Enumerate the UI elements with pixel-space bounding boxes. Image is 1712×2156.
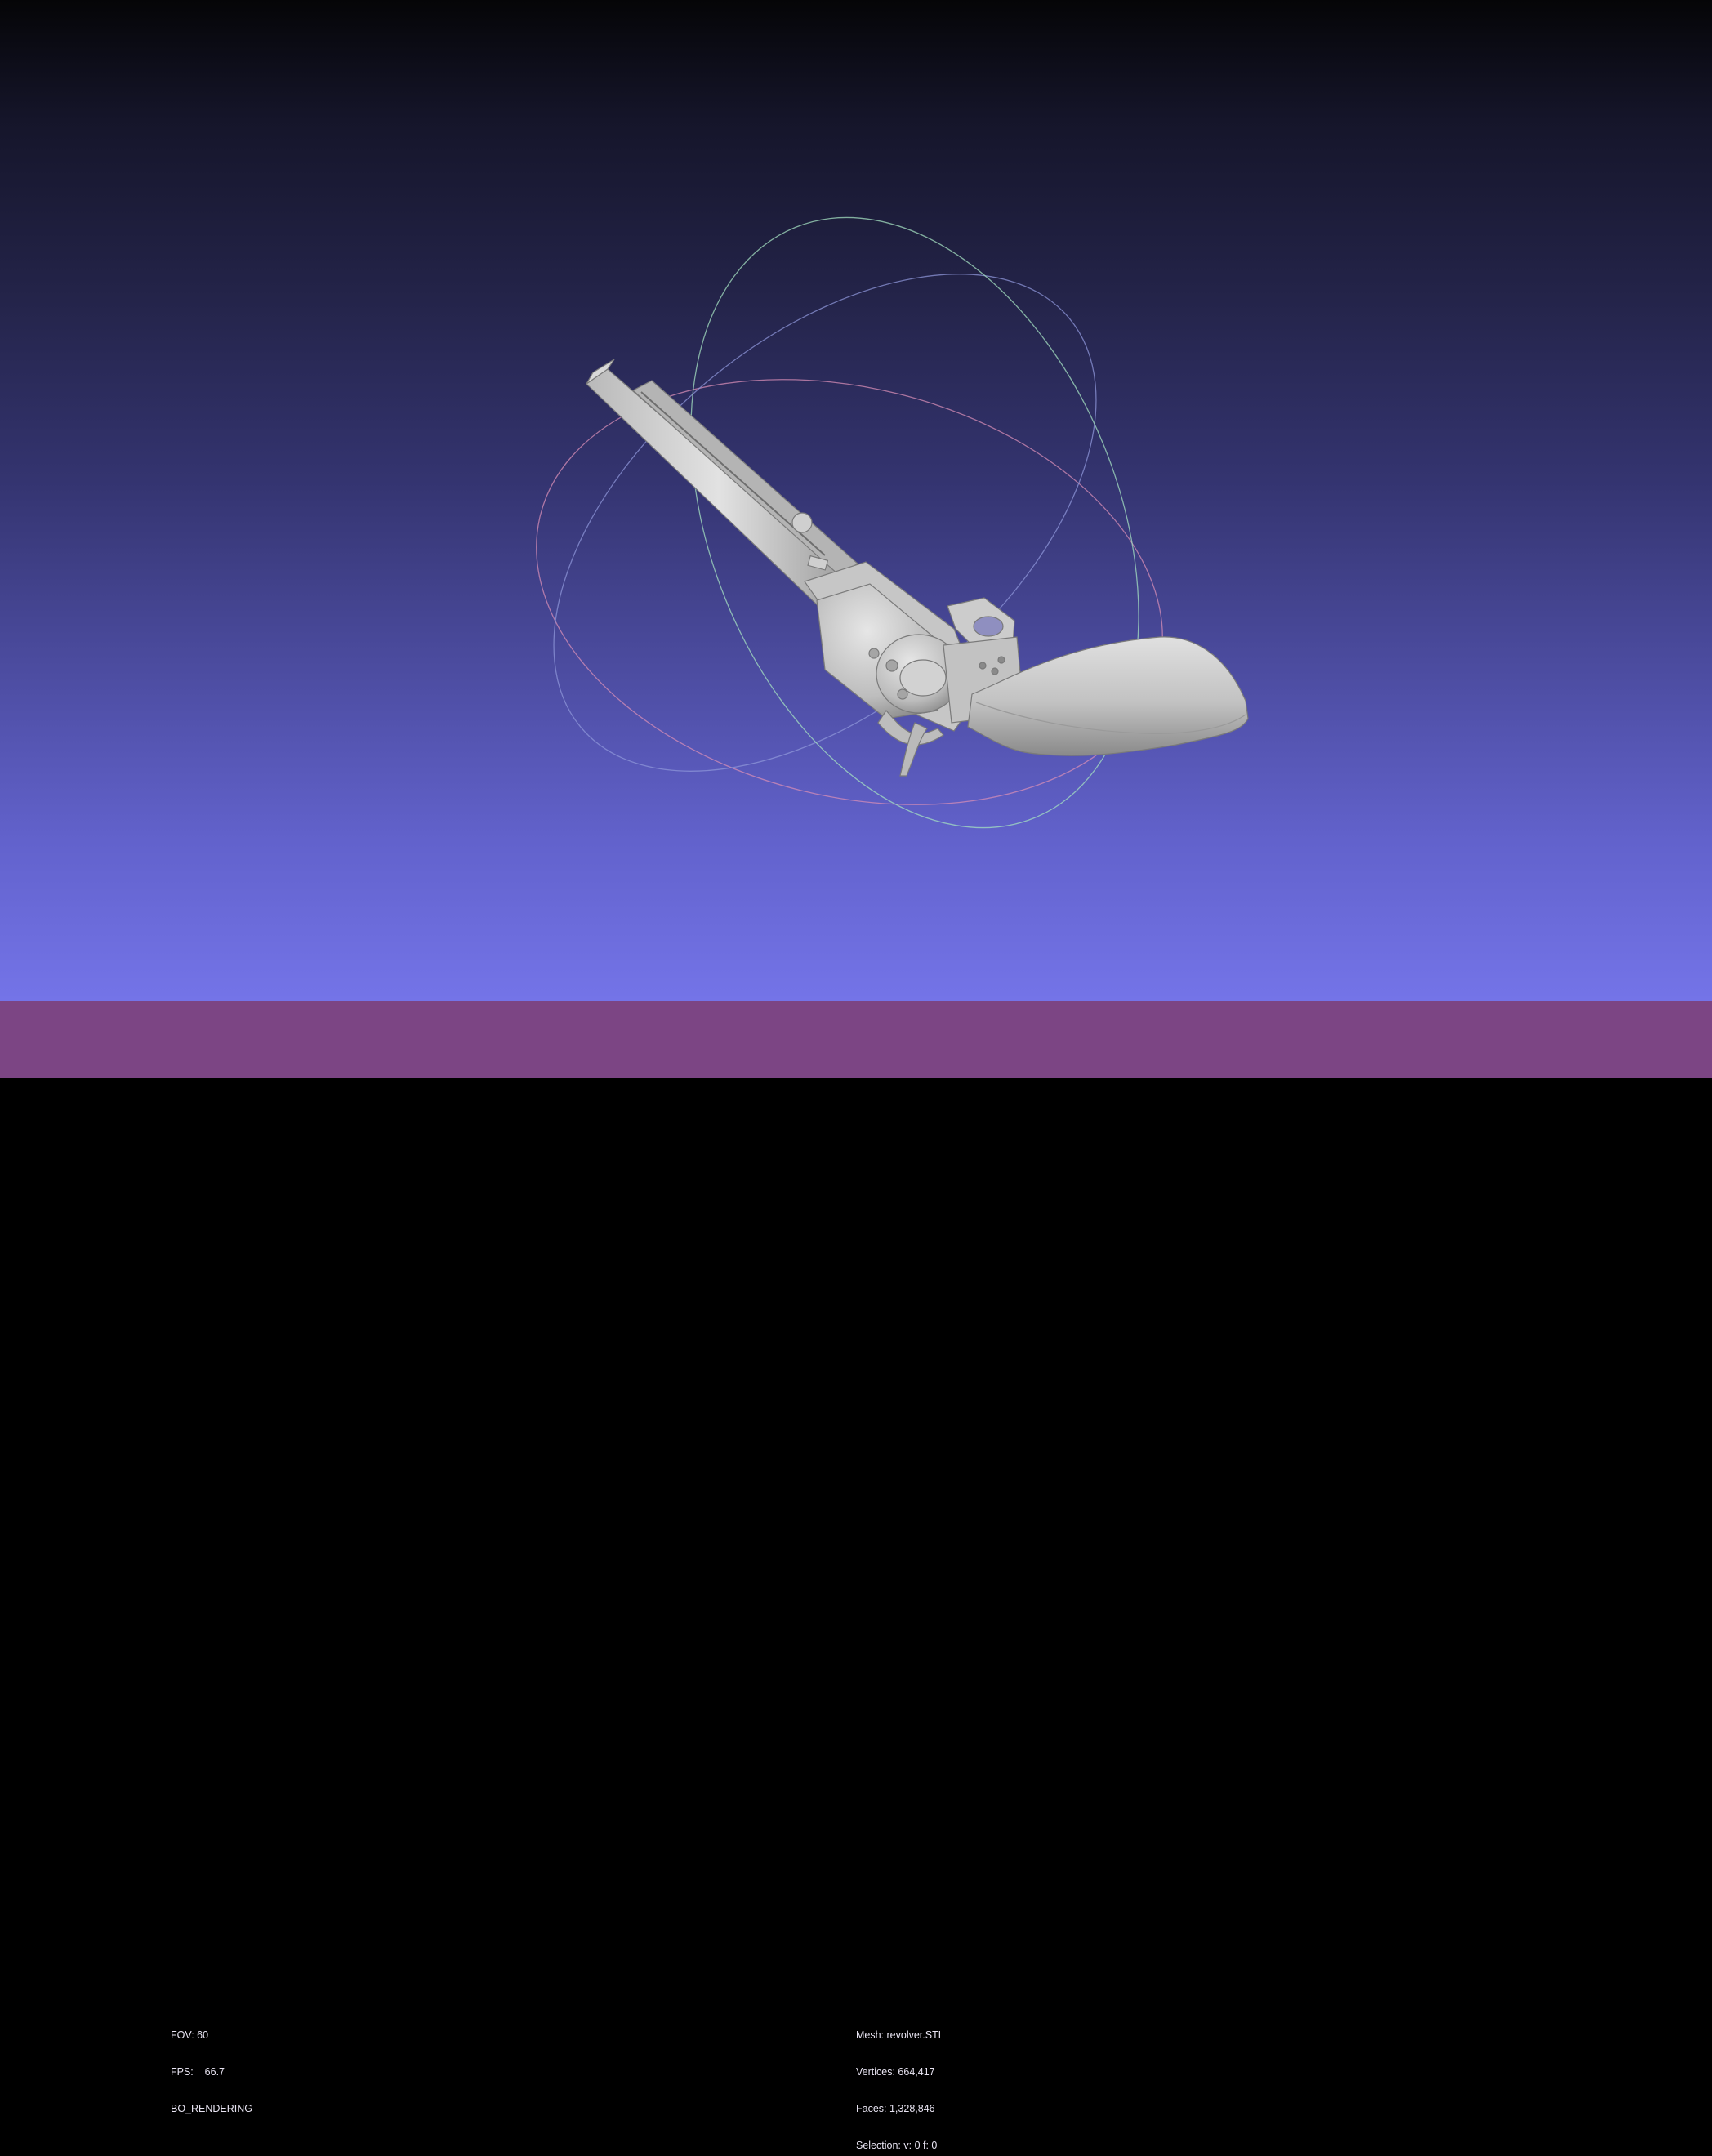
revolver-model-icon[interactable] — [586, 359, 1249, 777]
vertices-readout: Vertices: 664,417 — [856, 2066, 935, 2078]
render-mode-readout: BO_RENDERING — [171, 2103, 253, 2114]
status-bar: FOV: 60 FPS: 66.7 BO_RENDERING Mesh: rev… — [0, 1001, 1712, 2151]
mesh-info: Mesh: revolver.STL Vertices: 664,417 Fac… — [856, 2005, 944, 2156]
fov-readout: FOV: 60 — [171, 2029, 209, 2041]
3d-viewport[interactable] — [0, 0, 1712, 1001]
faces-readout: Faces: 1,328,846 — [856, 2103, 935, 2114]
gizmo-ring-y — [690, 216, 1139, 829]
selection-readout: Selection: v: 0 f: 0 — [856, 2140, 938, 2151]
mesh-name-readout: Mesh: revolver.STL — [856, 2029, 944, 2041]
trackball-gizmo-icon[interactable] — [463, 151, 1224, 895]
scene-canvas[interactable] — [0, 0, 1712, 1001]
render-info: FOV: 60 FPS: 66.7 BO_RENDERING — [171, 2005, 252, 2140]
fps-readout: FPS: 66.7 — [171, 2066, 225, 2078]
gizmo-ring-z — [553, 274, 1097, 772]
